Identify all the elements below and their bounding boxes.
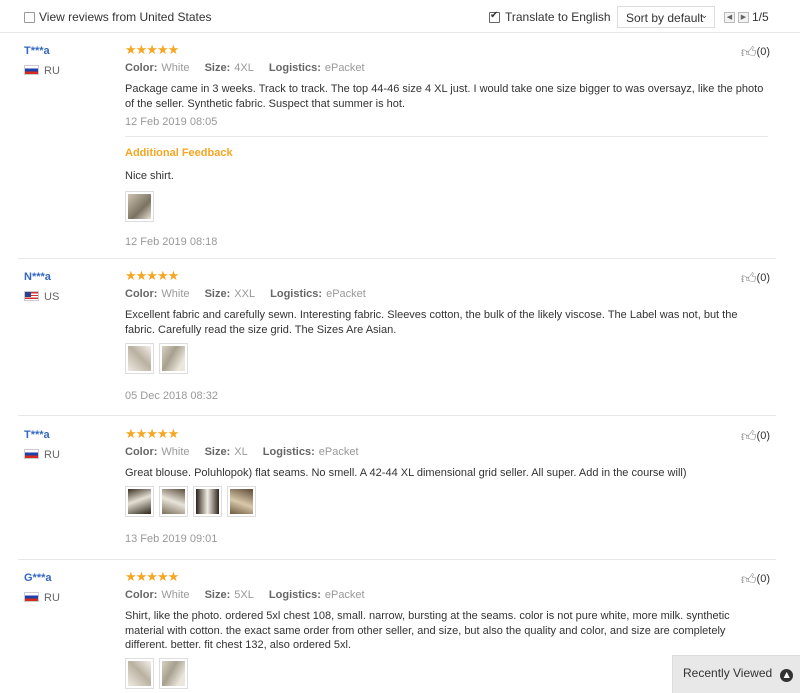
review-date: 13 Feb 2019 09:01 bbox=[125, 533, 218, 545]
additional-feedback-date: 12 Feb 2019 08:18 bbox=[125, 236, 218, 248]
sort-label: Sort by default bbox=[626, 11, 704, 25]
rating-stars: ★★★★★ bbox=[125, 269, 179, 284]
translate-label[interactable]: Translate to English bbox=[505, 10, 611, 24]
review-photo[interactable] bbox=[159, 658, 188, 689]
review-text: Package came in 3 weeks. Track to track.… bbox=[125, 83, 764, 110]
translate-checkbox[interactable] bbox=[489, 10, 500, 23]
helpful-button[interactable]: 👍︎(0) bbox=[741, 269, 770, 288]
next-page-icon[interactable]: ▶ bbox=[738, 12, 749, 23]
divider bbox=[18, 258, 776, 259]
reviewer-country: RU bbox=[24, 65, 60, 77]
helpful-button[interactable]: 👍︎(0) bbox=[741, 570, 770, 589]
review-toolbar: View reviews from United States Translat… bbox=[0, 0, 800, 33]
thumbs-up-icon: 👍︎ bbox=[740, 570, 757, 588]
usa-flag-icon bbox=[24, 291, 39, 301]
review-photo[interactable] bbox=[227, 486, 256, 517]
reviewer-name[interactable]: T***a bbox=[24, 429, 50, 441]
rating-stars: ★★★★★ bbox=[125, 427, 179, 442]
russia-flag-icon bbox=[24, 449, 39, 459]
helpful-button[interactable]: 👍︎(0) bbox=[741, 43, 770, 62]
divider bbox=[18, 415, 776, 416]
review-photo[interactable] bbox=[125, 658, 154, 689]
review-photo[interactable] bbox=[125, 486, 154, 517]
review-photo[interactable] bbox=[193, 486, 222, 517]
review-text: Great blouse. Poluhlopok) flat seams. No… bbox=[125, 467, 687, 479]
chevron-down-icon: ⌄ bbox=[700, 10, 708, 20]
review-date: 12 Feb 2019 08:05 bbox=[125, 116, 218, 128]
order-info: Color: White Size: XL Logistics: ePacket bbox=[125, 446, 359, 458]
thumbs-up-icon: 👍︎ bbox=[740, 269, 757, 287]
additional-feedback-heading: Additional Feedback bbox=[125, 147, 233, 159]
order-info: Color: White Size: XXL Logistics: ePacket bbox=[125, 288, 366, 300]
review-photos bbox=[125, 486, 261, 520]
sort-dropdown[interactable]: Sort by default ⌄ bbox=[617, 6, 715, 28]
review-photos bbox=[125, 191, 159, 225]
divider bbox=[18, 559, 776, 560]
helpful-button[interactable]: 👍︎(0) bbox=[741, 427, 770, 446]
review-date: 05 Dec 2018 08:32 bbox=[125, 390, 218, 402]
review-photos bbox=[125, 658, 193, 692]
chevron-up-icon: ▲ bbox=[780, 669, 794, 682]
order-info: Color: White Size: 5XL Logistics: ePacket bbox=[125, 589, 365, 601]
prev-page-icon[interactable]: ◀ bbox=[724, 12, 735, 23]
review-text: Shirt, like the photo. ordered 5xl chest… bbox=[125, 610, 730, 651]
review-item: T***a RU ★★★★★ 👍︎(0) Color: White Size: 4X… bbox=[18, 43, 776, 259]
divider bbox=[125, 136, 768, 137]
review-item: G***a RU ★★★★★ 👍︎(0) Color: White Size: 5X… bbox=[18, 570, 776, 693]
russia-flag-icon bbox=[24, 65, 39, 75]
rating-stars: ★★★★★ bbox=[125, 43, 179, 58]
reviewer-name[interactable]: G***a bbox=[24, 572, 52, 584]
review-item: N***a US ★★★★★ 👍︎(0) Color: White Size: XX… bbox=[18, 269, 776, 416]
additional-feedback-text: Nice shirt. bbox=[125, 170, 174, 182]
russia-flag-icon bbox=[24, 592, 39, 602]
reviewer-country: RU bbox=[24, 449, 60, 461]
review-text: Excellent fabric and carefully sewn. Int… bbox=[125, 309, 738, 336]
review-photo[interactable] bbox=[125, 343, 154, 374]
thumbs-up-icon: 👍︎ bbox=[740, 43, 757, 61]
view-local-checkbox[interactable] bbox=[24, 12, 35, 23]
review-photo[interactable] bbox=[125, 191, 154, 222]
review-item: T***a RU ★★★★★ 👍︎(0) Color: White Size: XL… bbox=[18, 427, 776, 560]
review-photo[interactable] bbox=[159, 343, 188, 374]
order-info: Color: White Size: 4XL Logistics: ePacket bbox=[125, 62, 365, 74]
thumbs-up-icon: 👍︎ bbox=[740, 427, 757, 445]
review-photos bbox=[125, 343, 193, 377]
reviewer-name[interactable]: N***a bbox=[24, 271, 51, 283]
reviewer-name[interactable]: T***a bbox=[24, 45, 50, 57]
recently-viewed-label: Recently Viewed bbox=[683, 666, 773, 680]
reviewer-country: RU bbox=[24, 592, 60, 604]
rating-stars: ★★★★★ bbox=[125, 570, 179, 585]
reviewer-country: US bbox=[24, 291, 59, 303]
page-indicator: 1/5 bbox=[752, 10, 769, 24]
recently-viewed-button[interactable]: Recently Viewed ▲ bbox=[672, 655, 800, 693]
view-local-label[interactable]: View reviews from United States bbox=[39, 10, 212, 24]
review-photo[interactable] bbox=[159, 486, 188, 517]
